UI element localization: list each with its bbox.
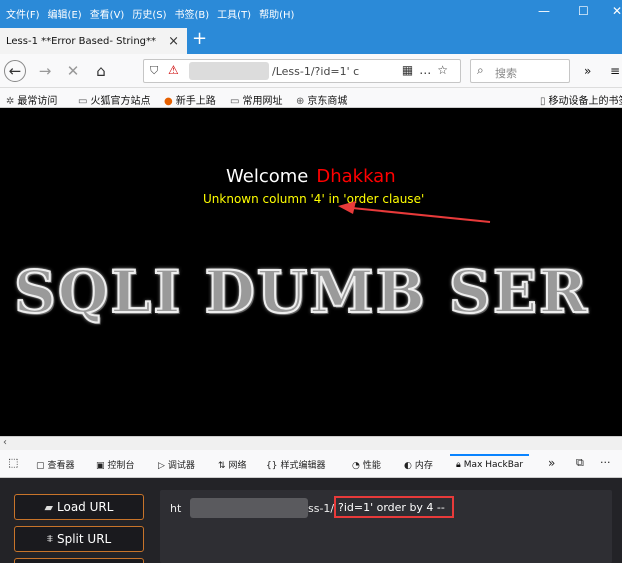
menu-edit[interactable]: 编辑(E) bbox=[48, 6, 82, 21]
tab-label: 内存 bbox=[414, 461, 433, 471]
horizontal-scrollbar[interactable]: ‹ bbox=[0, 436, 622, 450]
nav-bar: ← → ✕ ⌂ ⛉ ⚠ /Less-1/?id=1' c ▦…☆ ⌕ 搜索 » … bbox=[0, 54, 622, 88]
tab-inspector[interactable]: ▢ 查看器 bbox=[36, 458, 75, 471]
new-tab-icon[interactable]: + bbox=[192, 28, 207, 49]
bookmarks-bar: ✲ 最常访问 ▭ 火狐官方站点 ● 新手上路 ▭ 常用网址 ⊕ 京东商城 ▯ 移动设备上的书… bbox=[0, 88, 622, 108]
bookmark-label: 常用网址 bbox=[242, 96, 283, 107]
bookmark-label: 火狐官方站点 bbox=[90, 96, 151, 107]
execute-button-partial[interactable] bbox=[14, 558, 144, 563]
search-icon: ⌕ bbox=[477, 63, 484, 77]
tab-close-icon[interactable]: × bbox=[168, 34, 179, 49]
tab-label: 网络 bbox=[228, 461, 247, 471]
mobile-icon: ▯ bbox=[540, 96, 546, 107]
network-icon: ⇅ bbox=[218, 461, 226, 471]
maximize-icon[interactable]: ☐ bbox=[578, 4, 589, 18]
home-icon[interactable]: ⌂ bbox=[90, 60, 112, 82]
menu-view[interactable]: 查看(V) bbox=[90, 6, 125, 21]
sqli-banner: SQLI DUMB SER bbox=[13, 257, 590, 327]
folder-icon: ▭ bbox=[230, 96, 240, 107]
performance-icon: ◔ bbox=[352, 461, 360, 471]
tab-performance[interactable]: ◔ 性能 bbox=[352, 458, 381, 471]
menu-list: 文件(F) 编辑(E) 查看(V) 历史(S) 书签(B) 工具(T) 帮助(H… bbox=[6, 6, 294, 21]
inspector-icon: ▢ bbox=[36, 461, 45, 471]
bookmark-common-sites[interactable]: ▭ 常用网址 bbox=[230, 92, 282, 107]
page-content: Welcome Dhakkan Unknown column '4' in 'or… bbox=[0, 108, 622, 436]
hackbar-lock-icon: 🔒︎ bbox=[456, 460, 461, 470]
load-url-button[interactable]: ▰ Load URL bbox=[14, 494, 144, 520]
menu-bar: 文件(F) 编辑(E) 查看(V) 历史(S) 书签(B) 工具(T) 帮助(H… bbox=[0, 0, 622, 26]
tab-memory[interactable]: ◐ 内存 bbox=[404, 458, 433, 471]
minimize-icon[interactable]: — bbox=[538, 4, 550, 18]
url-path: ss-1/ bbox=[308, 502, 335, 515]
search-box[interactable]: ⌕ 搜索 bbox=[470, 59, 570, 83]
split-url-button[interactable]: ⩨ Split URL bbox=[14, 526, 144, 552]
redacted-url bbox=[190, 498, 308, 518]
url-prefix: ht bbox=[170, 502, 182, 515]
bookmark-jd[interactable]: ⊕ 京东商城 bbox=[296, 92, 347, 107]
tab-max-hackbar[interactable]: 🔒︎ Max HackBar bbox=[450, 454, 530, 474]
insecure-lock-icon[interactable]: ⚠ bbox=[168, 63, 179, 77]
bookmark-label: 移动设备上的书签 bbox=[548, 96, 622, 107]
tab-style-editor[interactable]: {} 样式编辑器 bbox=[266, 458, 325, 471]
more-tabs-icon[interactable]: » bbox=[548, 456, 555, 470]
firefox-icon: ● bbox=[164, 96, 173, 107]
menu-history[interactable]: 历史(S) bbox=[132, 6, 166, 21]
bookmark-label: 京东商城 bbox=[307, 96, 348, 107]
bookmark-firefox-site[interactable]: ▭ 火狐官方站点 bbox=[78, 92, 150, 107]
console-icon: ▣ bbox=[96, 461, 105, 471]
tab-strip: Less-1 **Error Based- String** × + bbox=[0, 26, 622, 54]
load-url-icon: ▰ bbox=[44, 500, 54, 514]
memory-icon: ◐ bbox=[404, 461, 412, 471]
bookmark-getting-started[interactable]: ● 新手上路 bbox=[164, 92, 216, 107]
tab-network[interactable]: ⇅ 网络 bbox=[218, 458, 247, 471]
highlighted-query: ?id=1' order by 4 -- bbox=[334, 496, 454, 518]
debugger-icon: ▷ bbox=[158, 461, 165, 471]
forward-icon[interactable]: → bbox=[34, 60, 56, 82]
button-label: Load URL bbox=[57, 500, 114, 514]
tab-label: Max HackBar bbox=[463, 460, 524, 470]
gear-icon: ✲ bbox=[6, 96, 15, 107]
menu-bookmarks[interactable]: 书签(B) bbox=[175, 6, 210, 21]
button-label: Split URL bbox=[56, 532, 112, 546]
split-url-icon: ⩨ bbox=[46, 532, 53, 545]
tab-label: 调试器 bbox=[167, 461, 195, 471]
hackbar-url-textarea[interactable]: ht ss-1/ ?id=1' order by 4 -- bbox=[160, 490, 612, 563]
devtools-menu-icon[interactable]: ··· bbox=[600, 456, 611, 469]
tab-label: 控制台 bbox=[107, 461, 135, 471]
bookmark-mobile[interactable]: ▯ 移动设备上的书签 bbox=[540, 92, 622, 107]
url-text[interactable]: /Less-1/?id=1' c bbox=[272, 65, 359, 78]
tab-less-1[interactable]: Less-1 **Error Based- String** × bbox=[0, 26, 187, 54]
tab-label: 样式编辑器 bbox=[280, 461, 326, 471]
tab-console[interactable]: ▣ 控制台 bbox=[96, 458, 135, 471]
tab-label: 查看器 bbox=[47, 461, 75, 471]
hamburger-menu-icon[interactable]: ≡ bbox=[610, 64, 620, 78]
bookmark-most-visited[interactable]: ✲ 最常访问 bbox=[6, 92, 57, 107]
close-window-icon[interactable]: ✕ bbox=[612, 4, 622, 18]
menu-tools[interactable]: 工具(T) bbox=[217, 6, 251, 21]
search-placeholder: 搜索 bbox=[495, 67, 517, 80]
scroll-left-icon[interactable]: ‹ bbox=[3, 437, 7, 448]
tab-title: Less-1 **Error Based- String** bbox=[6, 36, 156, 47]
dock-icon[interactable]: ⧉ bbox=[576, 456, 584, 470]
style-editor-icon: {} bbox=[266, 461, 278, 471]
shield-icon[interactable]: ⛉ bbox=[150, 64, 158, 78]
url-action-icons[interactable]: ▦…☆ bbox=[402, 63, 454, 77]
stop-icon[interactable]: ✕ bbox=[62, 60, 84, 82]
folder-icon: ▭ bbox=[78, 96, 88, 107]
devtools-toolbar: ⬚ ▢ 查看器 ▣ 控制台 ▷ 调试器 ⇅ 网络 {} 样式编辑器 ◔ 性能 ◐ 内存 🔒︎ M… bbox=[0, 450, 622, 478]
bookmark-label: 最常访问 bbox=[17, 96, 58, 107]
overflow-chevron-icon[interactable]: » bbox=[584, 64, 591, 78]
globe-icon: ⊕ bbox=[296, 96, 305, 107]
tab-debugger[interactable]: ▷ 调试器 bbox=[158, 458, 195, 471]
back-icon[interactable]: ← bbox=[4, 60, 26, 82]
menu-file[interactable]: 文件(F) bbox=[6, 6, 40, 21]
menu-help[interactable]: 帮助(H) bbox=[259, 6, 294, 21]
element-picker-icon[interactable]: ⬚ bbox=[8, 456, 18, 469]
redacted-host bbox=[189, 62, 269, 80]
tab-label: 性能 bbox=[362, 461, 381, 471]
bookmark-label: 新手上路 bbox=[175, 96, 216, 107]
url-bar[interactable]: ⛉ ⚠ /Less-1/?id=1' c ▦…☆ bbox=[143, 59, 461, 83]
hackbar-panel: ▰ Load URL ⩨ Split URL ht ss-1/ ?id=1' ord… bbox=[0, 478, 622, 563]
